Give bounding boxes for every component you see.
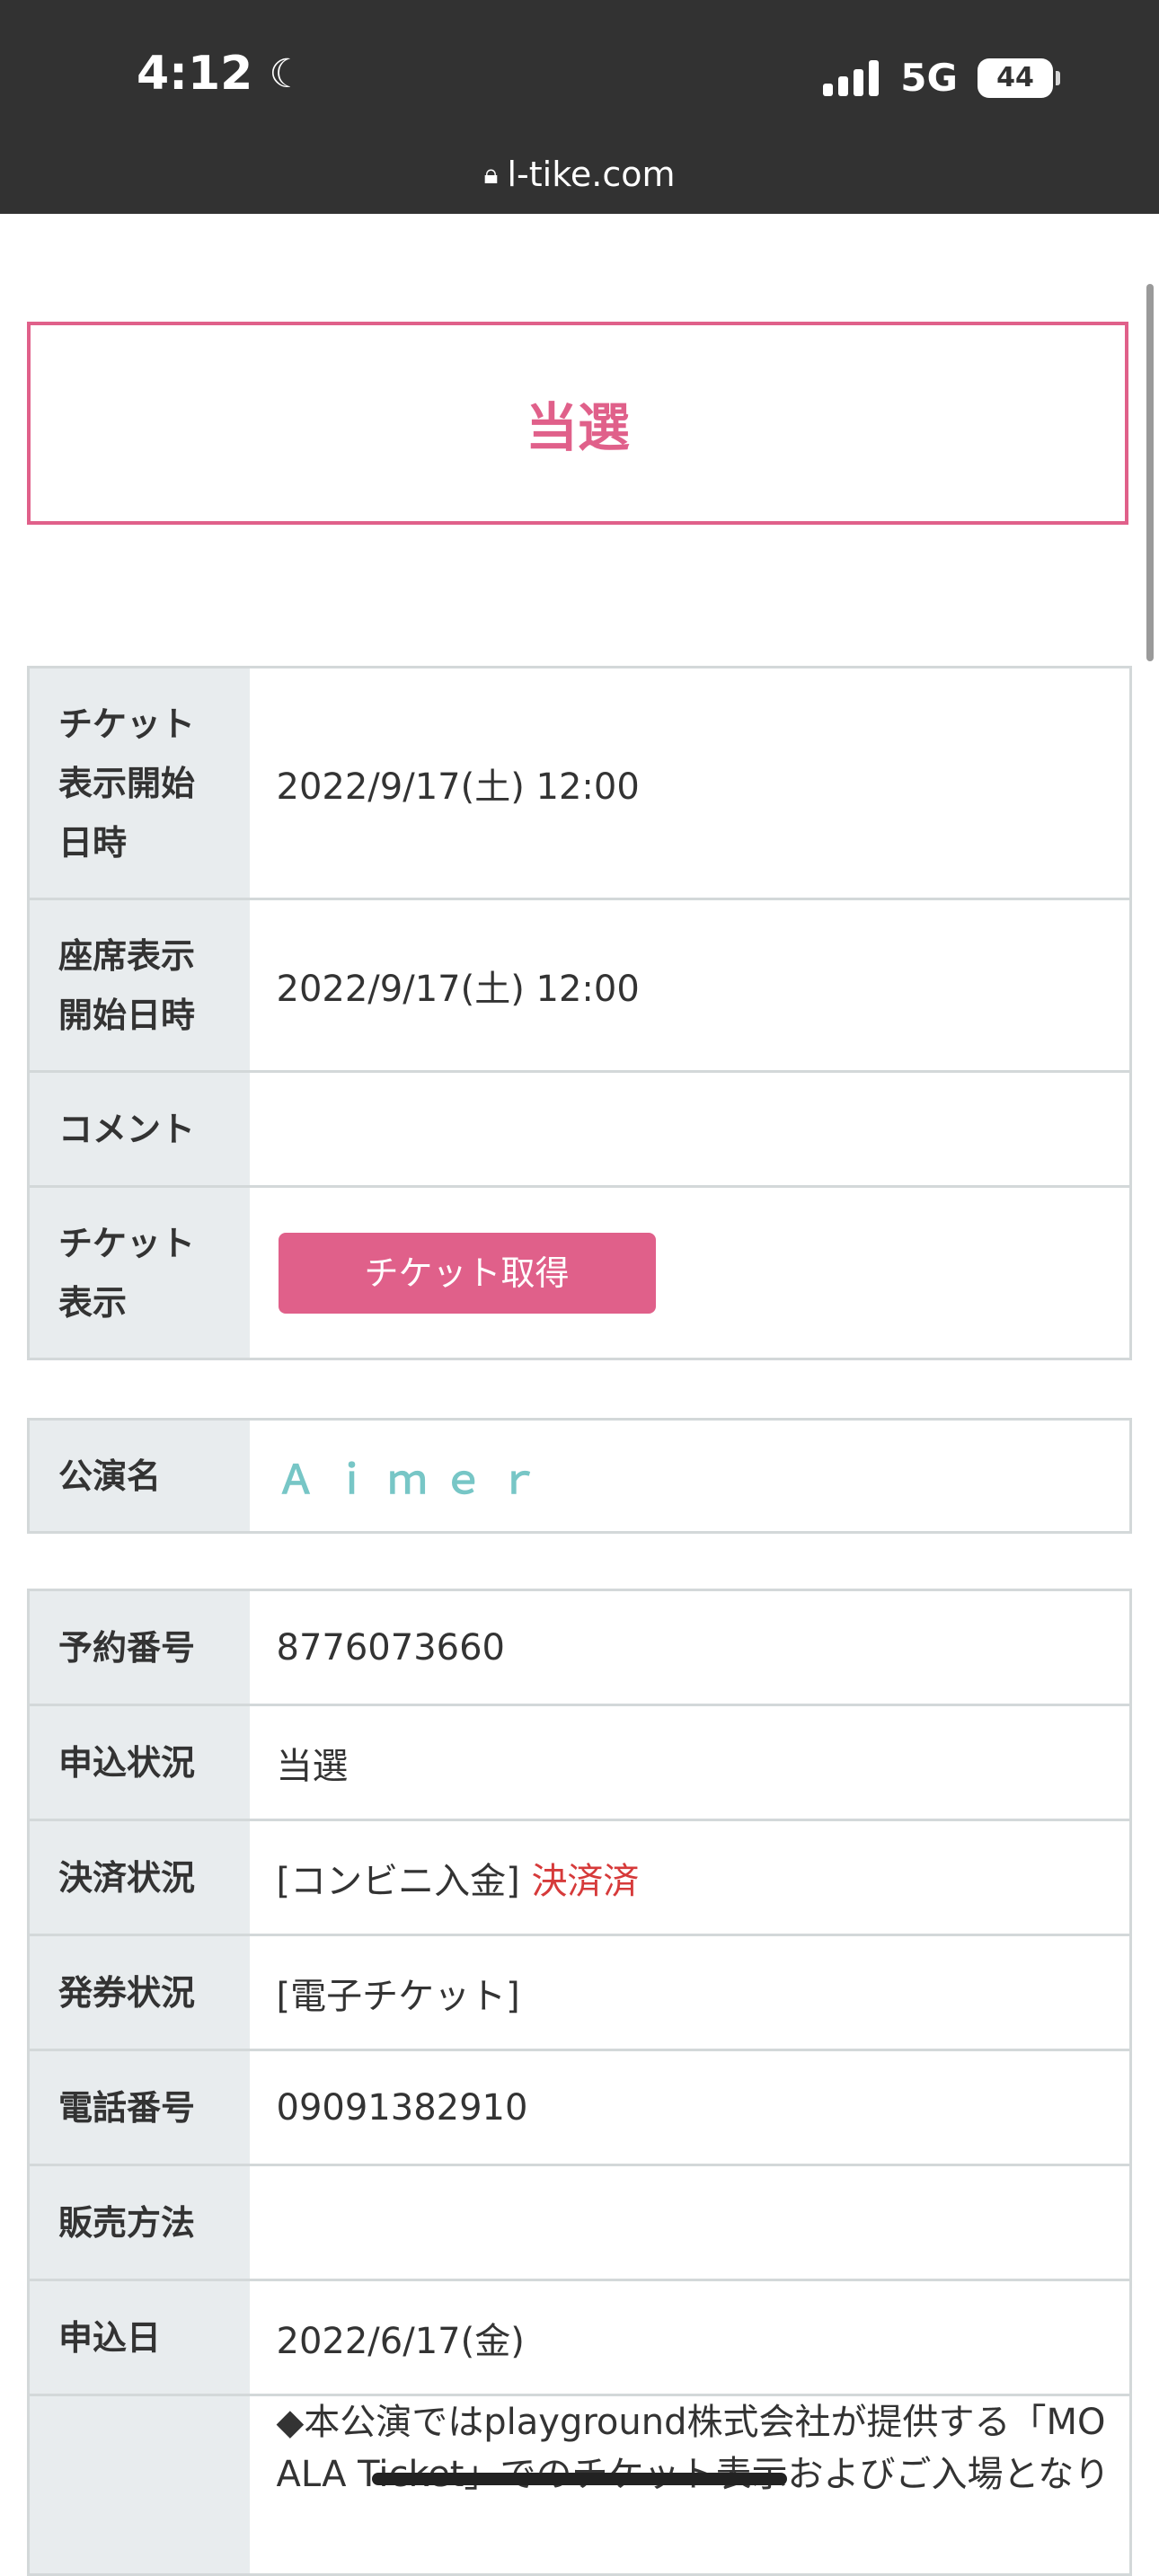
scrollbar[interactable] — [1146, 284, 1154, 661]
comment-value — [249, 1071, 1131, 1188]
row-label — [28, 2395, 250, 2576]
table-row: 予約番号 8776073660 — [28, 1589, 1131, 1706]
row-label: 申込状況 — [28, 1704, 250, 1821]
table-row: チケット 表示開始 日時 2022/9/17(土) 12:00 — [28, 667, 1131, 900]
get-ticket-button[interactable]: チケット取得 — [278, 1232, 656, 1314]
payment-status-cell: [コンビニ入金] 決済済 — [249, 1819, 1131, 1936]
issuance-status: [電子チケット] — [249, 1934, 1131, 2051]
row-label: 発券状況 — [28, 1934, 250, 2051]
row-label: 電話番号 — [28, 2049, 250, 2166]
row-label: 申込日 — [28, 2279, 250, 2396]
battery-icon: 44 — [978, 58, 1060, 98]
address-bar[interactable]: 🔒︎ l-tike.com — [0, 155, 1159, 194]
payment-method: [コンビニ入金] — [276, 1860, 520, 1902]
row-label: チケット 表示開始 日時 — [28, 667, 250, 900]
table-row: 販売方法 — [28, 2164, 1131, 2281]
table-row: 決済状況 [コンビニ入金] 決済済 — [28, 1819, 1131, 1936]
battery-level: 44 — [978, 58, 1053, 98]
reservation-number: 8776073660 — [249, 1589, 1131, 1706]
url-text: l-tike.com — [507, 155, 676, 194]
performance-name-cell: Ａｉｍｅｒ — [249, 1419, 1131, 1534]
row-label: 決済状況 — [28, 1819, 250, 1936]
row-label: コメント — [28, 1071, 250, 1188]
result-banner: 当選 — [27, 322, 1128, 525]
page-content: 当選 チケット 表示開始 日時 2022/9/17(土) 12:00 座席表示 … — [0, 214, 1159, 2576]
performance-table: 公演名 Ａｉｍｅｒ — [27, 1418, 1132, 1534]
signal-icon — [823, 59, 880, 96]
phone-number: 09091382910 — [249, 2049, 1131, 2166]
row-label: 公演名 — [28, 1419, 250, 1534]
moon-icon: ☾ — [269, 50, 305, 97]
row-label: 座席表示 開始日時 — [28, 899, 250, 1073]
order-info-table: 予約番号 8776073660 申込状況 当選 決済状況 [コンビニ入金] 決済… — [27, 1589, 1132, 2576]
table-row: 発券状況 [電子チケット] — [28, 1934, 1131, 2051]
table-row: コメント — [28, 1071, 1131, 1188]
row-label: 予約番号 — [28, 1589, 250, 1706]
payment-status-badge: 決済済 — [531, 1860, 640, 1902]
application-status: 当選 — [249, 1704, 1131, 1821]
home-indicator[interactable] — [372, 2473, 787, 2485]
application-date: 2022/6/17(金) — [249, 2279, 1131, 2396]
table-row: 座席表示 開始日時 2022/9/17(土) 12:00 — [28, 899, 1131, 1073]
ticket-info-table: チケット 表示開始 日時 2022/9/17(土) 12:00 座席表示 開始日… — [27, 666, 1132, 1360]
time-text: 4:12 — [137, 47, 253, 101]
clock: 4:12 ☾ — [137, 47, 305, 101]
table-row: 申込日 2022/6/17(金) — [28, 2279, 1131, 2396]
ticket-button-cell: チケット取得 — [249, 1186, 1131, 1360]
table-row: チケット 表示 チケット取得 — [28, 1186, 1131, 1360]
status-bar: 4:12 ☾ 5G 44 🔒︎ l-tike.com — [0, 0, 1159, 214]
table-row: 電話番号 09091382910 — [28, 2049, 1131, 2166]
result-label: 当選 — [525, 397, 630, 458]
seat-display-start: 2022/9/17(土) 12:00 — [249, 899, 1131, 1073]
row-label: チケット 表示 — [28, 1186, 250, 1360]
table-row: 申込状況 当選 — [28, 1704, 1131, 1821]
row-label: 販売方法 — [28, 2164, 250, 2281]
lock-icon: 🔒︎ — [483, 158, 499, 190]
status-icons: 5G 44 — [823, 56, 1060, 100]
network-label: 5G — [900, 56, 958, 100]
sales-method — [249, 2164, 1131, 2281]
performance-name-link[interactable]: Ａｉｍｅｒ — [277, 1457, 555, 1503]
table-row: 公演名 Ａｉｍｅｒ — [28, 1419, 1131, 1534]
ticket-display-start: 2022/9/17(土) 12:00 — [249, 667, 1131, 900]
